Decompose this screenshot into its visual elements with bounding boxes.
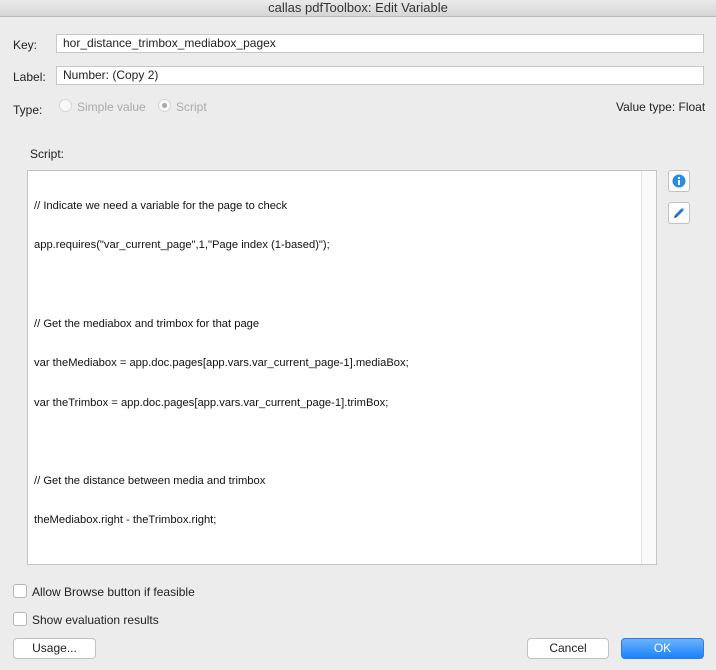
script-label: Script: bbox=[30, 147, 65, 161]
simple-value-radio[interactable] bbox=[59, 99, 72, 112]
simple-value-label: Simple value bbox=[77, 100, 146, 114]
window-title: callas pdfToolbox: Edit Variable bbox=[268, 0, 448, 15]
script-line: app.requires("var_current_page",1,"Page … bbox=[34, 239, 330, 252]
key-label: Key: bbox=[13, 38, 38, 52]
edit-script-button[interactable] bbox=[668, 202, 690, 224]
info-button[interactable] bbox=[668, 170, 690, 192]
allow-browse-label: Allow Browse button if feasible bbox=[32, 585, 195, 599]
type-label: Type: bbox=[13, 103, 43, 117]
cancel-button[interactable]: Cancel bbox=[527, 638, 609, 659]
show-eval-label: Show evaluation results bbox=[32, 613, 159, 627]
script-radio-label: Script bbox=[176, 100, 207, 114]
script-line: var theTrimbox = app.doc.pages[app.vars.… bbox=[34, 396, 389, 409]
script-radio[interactable] bbox=[158, 99, 171, 112]
label-label: Label: bbox=[13, 70, 46, 84]
script-line: // Indicate we need a variable for the p… bbox=[34, 200, 288, 213]
script-line bbox=[34, 436, 409, 449]
ok-button[interactable]: OK bbox=[621, 638, 704, 659]
allow-browse-checkbox[interactable] bbox=[13, 584, 27, 598]
usage-button[interactable]: Usage... bbox=[13, 638, 96, 659]
script-editor[interactable]: // Indicate we need a variable for the p… bbox=[27, 170, 657, 565]
script-line bbox=[34, 279, 409, 292]
value-type-text: Value type: Float bbox=[616, 100, 706, 114]
script-text[interactable]: // Indicate we need a variable for the p… bbox=[34, 174, 409, 554]
key-input[interactable]: hor_distance_trimbox_mediabox_pagex bbox=[56, 34, 704, 53]
script-scrollbar[interactable] bbox=[641, 171, 656, 564]
script-line: // Get the mediabox and trimbox for that… bbox=[34, 318, 260, 331]
script-line: theMediabox.right - theTrimbox.right; bbox=[34, 514, 217, 527]
script-line: // Get the distance between media and tr… bbox=[34, 475, 266, 488]
label-input[interactable]: Number: (Copy 2) bbox=[56, 66, 704, 85]
window-titlebar: callas pdfToolbox: Edit Variable bbox=[0, 0, 716, 17]
pencil-icon bbox=[674, 207, 685, 218]
info-icon bbox=[672, 174, 686, 188]
script-line: var theMediabox = app.doc.pages[app.vars… bbox=[34, 357, 409, 370]
show-eval-checkbox[interactable] bbox=[13, 612, 27, 626]
